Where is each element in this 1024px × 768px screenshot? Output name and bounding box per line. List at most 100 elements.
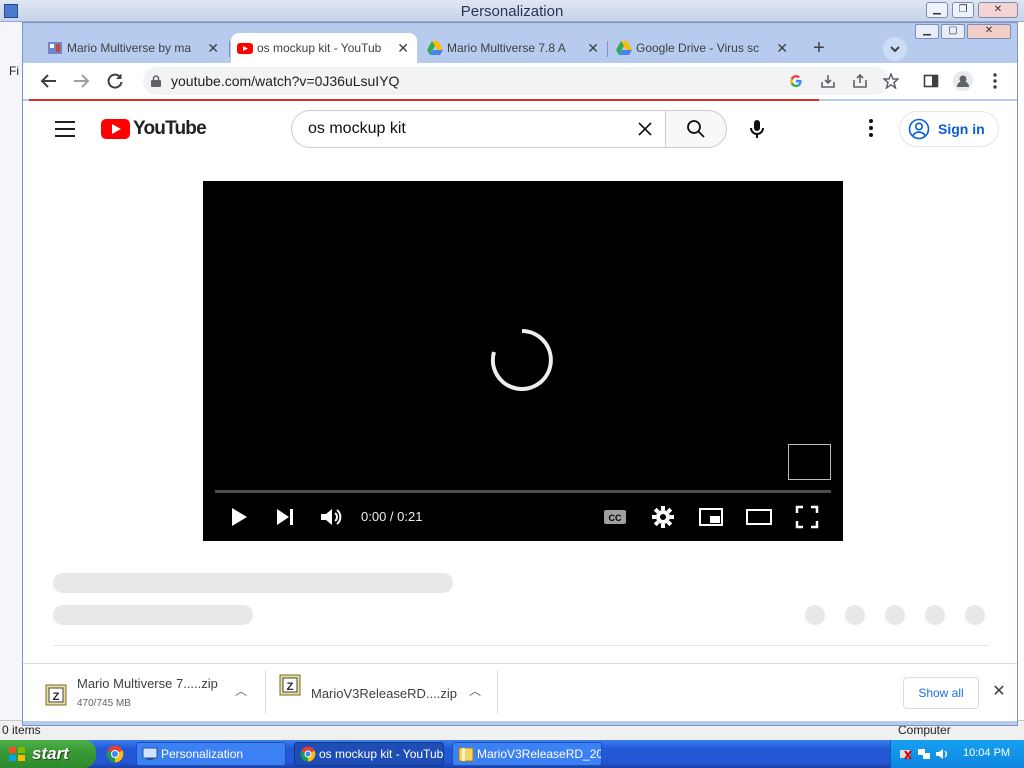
voice-search-mic-icon[interactable] [745,117,769,141]
download-shelf: Z Mario Multiverse 7.....zip 470/745 MB … [23,663,1017,721]
next-video-icon[interactable] [271,503,299,531]
tab-mario-multiverse-drive[interactable]: Mario Multiverse 7.8 A ✕ [421,33,607,63]
start-label: start [32,744,69,763]
side-panel-icon [923,74,939,88]
chevron-down-icon [890,46,900,53]
progress-scrubber[interactable] [215,490,831,493]
url-text[interactable]: youtube.com/watch?v=0J36uLsuIYQ [171,73,399,89]
chevron-up-icon[interactable]: ︿ [467,682,483,698]
tab-title: Mario Multiverse 7.8 A [447,41,566,55]
chevron-up-icon[interactable]: ︿ [233,682,249,698]
volume-icon[interactable] [317,503,345,531]
install-app-icon[interactable] [821,74,835,88]
youtube-page: YouTube os mockup kit Sign in 0:00 / 0:2… [23,101,1017,663]
address-bar[interactable]: youtube.com/watch?v=0J36uLsuIYQ [143,67,899,95]
google-drive-icon [427,41,443,55]
taskbar-item-folder[interactable]: MarioV3ReleaseRD_20... [452,742,602,766]
taskbar-item-personalization[interactable]: Personalization [136,742,286,766]
theater-mode-icon[interactable] [745,503,773,531]
clock[interactable]: 10:04 PM [963,747,1010,759]
close-download-shelf-icon[interactable]: ✕ [989,682,1009,702]
endscreen-thumbnail[interactable] [788,444,831,480]
search-button[interactable] [665,110,727,148]
tab-google-drive[interactable]: Google Drive - Virus sc ✕ [610,33,796,63]
system-tray: 10:04 PM [890,740,1024,768]
tab-separator [229,41,230,57]
side-panel-button[interactable] [921,71,941,91]
background-window-title: Personalization [460,3,564,20]
tab-close-icon[interactable]: ✕ [587,33,599,63]
search-input[interactable]: os mockup kit [291,110,665,148]
youtube-play-logo-icon [101,119,130,139]
tab-close-icon[interactable]: ✕ [776,33,788,63]
play-button-icon[interactable] [225,503,253,531]
restore-button[interactable]: ❐ [952,2,974,18]
background-sidebar [0,22,22,740]
tab-youtube[interactable]: os mockup kit - YouTub ✕ [231,33,417,63]
sign-in-button[interactable]: Sign in [899,111,999,147]
account-circle-icon [908,118,930,140]
tab-close-icon[interactable]: ✕ [207,33,219,63]
close-button[interactable]: ✕ [978,2,1018,18]
chrome-window: ▁ ▢ ✕ Mario Multiverse by ma ✕ os mockup… [22,22,1018,726]
profile-button[interactable] [953,71,973,91]
tab-title: Mario Multiverse by ma [67,41,192,55]
guide-menu-icon[interactable] [55,121,75,137]
miniplayer-icon[interactable] [697,503,725,531]
profile-avatar-icon [953,71,973,91]
share-icon[interactable] [853,74,867,88]
bookmark-star-icon[interactable] [883,73,899,89]
start-button[interactable]: start [0,740,96,768]
forward-button[interactable] [67,67,95,95]
fullscreen-icon[interactable] [793,503,821,531]
action-placeholder [845,605,865,625]
tab-strip: Mario Multiverse by ma ✕ os mockup kit -… [23,31,1017,63]
more-vert-icon [993,73,997,89]
download-item[interactable]: Z Mario Multiverse 7.....zip 470/745 MB … [45,670,255,716]
chrome-menu-button[interactable] [985,71,1005,91]
svg-text:Z: Z [287,681,294,693]
tab-title: os mockup kit - YouTub [257,41,382,55]
settings-gear-icon[interactable] [649,503,677,531]
reload-button[interactable] [101,67,129,95]
taskbar-item-chrome[interactable]: os mockup kit - YouTub... [294,742,444,766]
zip-file-icon: Z [45,684,67,706]
clear-search-icon[interactable] [633,117,657,141]
show-all-downloads-button[interactable]: Show all [903,677,979,709]
taskbar-item-label: MarioV3ReleaseRD_20... [477,747,602,761]
google-drive-icon [616,41,632,55]
download-filename: Mario Multiverse 7.....zip [77,676,218,691]
search-query-text[interactable]: os mockup kit [308,120,406,138]
new-tab-button[interactable]: + [805,35,833,63]
loading-spinner-icon [490,329,553,391]
folder-icon [458,747,474,762]
video-player[interactable]: 0:00 / 0:21 CC [203,181,843,541]
action-placeholder [965,605,985,625]
captions-icon[interactable]: CC [601,503,629,531]
network-warning-icon[interactable] [899,747,913,761]
chrome-quicklaunch-icon[interactable] [106,745,124,763]
background-menu-stub[interactable]: Fi [9,64,19,78]
chrome-icon [300,746,316,762]
network-icon[interactable] [917,747,931,761]
search-icon [687,120,705,138]
tab-separator [607,41,608,57]
google-g-icon[interactable] [789,74,803,88]
svg-text:Z: Z [53,691,60,703]
back-button[interactable] [35,67,63,95]
reload-icon [107,73,123,89]
youtube-logo[interactable]: YouTube [101,117,207,141]
tab-title: Google Drive - Virus sc [636,41,760,55]
settings-more-icon[interactable] [861,117,881,141]
minimize-button[interactable]: ▁ [926,2,948,18]
video-time-display: 0:00 / 0:21 [361,509,423,524]
tab-mario-multiverse[interactable]: Mario Multiverse by ma ✕ [41,33,227,63]
lock-icon [151,75,161,87]
tab-search-button[interactable] [883,37,907,61]
download-item[interactable]: Z MarioV3ReleaseRD....zip ︿ [279,670,489,716]
tab-close-icon[interactable]: ✕ [397,33,409,63]
background-title-bar: Personalization ▁ ❐ ✕ [0,0,1024,22]
sign-in-label: Sign in [938,121,985,137]
volume-tray-icon[interactable] [935,747,949,761]
youtube-icon [237,43,253,54]
